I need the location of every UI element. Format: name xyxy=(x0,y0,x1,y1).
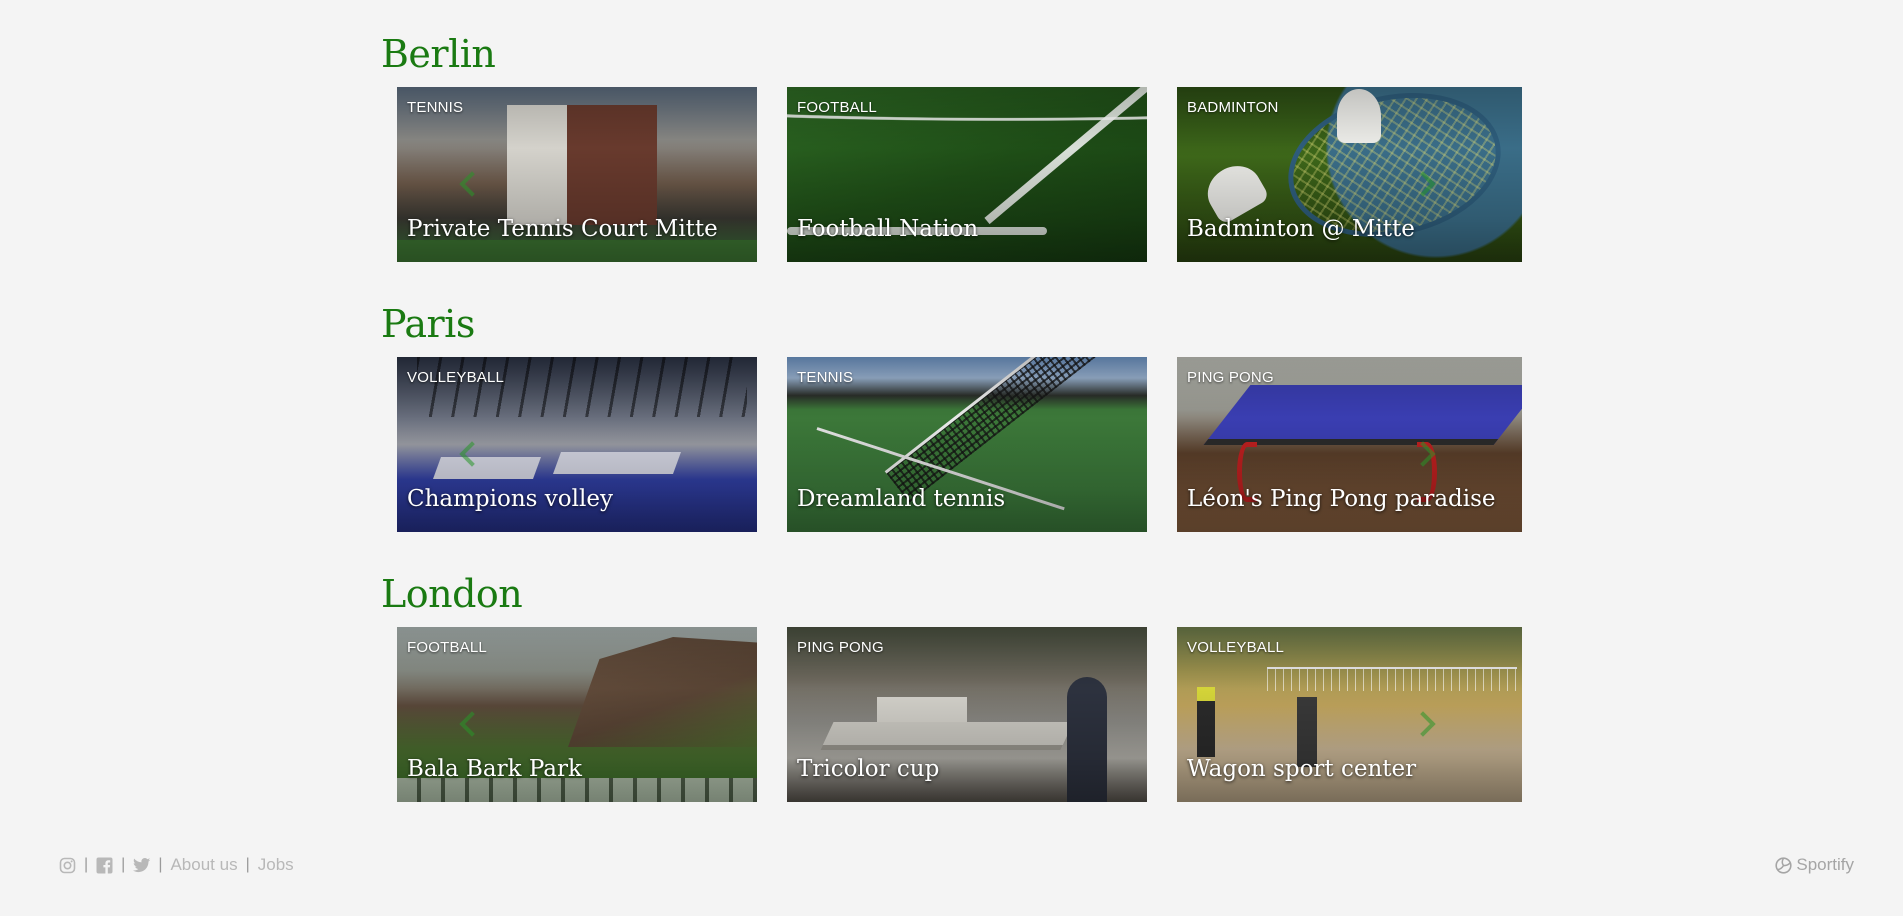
separator: | xyxy=(158,856,163,873)
venue-sport-label: PING PONG xyxy=(1187,369,1274,386)
venue-name: Football Nation xyxy=(797,216,979,242)
facebook-icon[interactable] xyxy=(96,857,113,874)
venue-sport-label: PING PONG xyxy=(797,639,884,656)
venue-name: Champions volley xyxy=(407,486,613,512)
venue-sport-label: TENNIS xyxy=(407,99,464,116)
city-section-london: London FOOTBALL Bala Bark Park PING PONG… xyxy=(381,572,1522,802)
city-title: London xyxy=(381,572,523,616)
venue-card[interactable]: BADMINTON Badminton @ Mitte xyxy=(1177,87,1522,262)
venue-name: Private Tennis Court Mitte xyxy=(407,216,718,242)
venue-card[interactable]: FOOTBALL Bala Bark Park xyxy=(397,627,757,802)
separator: | xyxy=(245,856,250,873)
venue-card[interactable]: VOLLEYBALL Champions volley xyxy=(397,357,757,532)
venue-card[interactable]: TENNIS Private Tennis Court Mitte xyxy=(397,87,757,262)
jobs-link[interactable]: Jobs xyxy=(258,855,294,875)
venue-sport-label: VOLLEYBALL xyxy=(1187,639,1285,656)
venue-card[interactable]: PING PONG Léon's Ping Pong paradise xyxy=(1177,357,1522,532)
separator: | xyxy=(84,856,89,873)
separator: | xyxy=(121,856,126,873)
venue-sport-label: FOOTBALL xyxy=(797,99,877,116)
venue-card-row: VOLLEYBALL Champions volley TENNIS Dream… xyxy=(397,357,1537,532)
venue-card[interactable]: TENNIS Dreamland tennis xyxy=(787,357,1147,532)
city-section-paris: Paris VOLLEYBALL Champions volley TENNIS… xyxy=(381,302,1522,532)
venue-name: Badminton @ Mitte xyxy=(1187,216,1415,242)
venue-sport-label: FOOTBALL xyxy=(407,639,487,656)
venue-card[interactable]: PING PONG Tricolor cup xyxy=(787,627,1147,802)
about-us-link[interactable]: About us xyxy=(170,855,237,875)
venue-name: Dreamland tennis xyxy=(797,486,1006,512)
city-title: Paris xyxy=(381,302,475,346)
twitter-icon[interactable] xyxy=(133,857,151,874)
venue-card-row: TENNIS Private Tennis Court Mitte FOOTBA… xyxy=(397,87,1537,262)
venue-card[interactable]: VOLLEYBALL Wagon sport center xyxy=(1177,627,1522,802)
venue-name: Bala Bark Park xyxy=(407,756,582,782)
brand-name: Sportify xyxy=(1796,855,1854,874)
venue-sport-label: TENNIS xyxy=(797,369,854,386)
volleyball-icon xyxy=(1775,856,1792,874)
venue-name: Tricolor cup xyxy=(797,756,940,782)
venue-sport-label: BADMINTON xyxy=(1187,99,1279,116)
venue-name: Léon's Ping Pong paradise xyxy=(1187,486,1496,512)
venue-card[interactable]: FOOTBALL Football Nation xyxy=(787,87,1147,262)
venue-card-row: FOOTBALL Bala Bark Park PING PONG Tricol… xyxy=(397,627,1537,802)
instagram-icon[interactable] xyxy=(59,857,76,874)
footer-links: | | | About us | Jobs xyxy=(59,855,294,875)
city-title: Berlin xyxy=(381,32,496,76)
brand[interactable]: Sportify xyxy=(1775,855,1854,875)
venue-name: Wagon sport center xyxy=(1187,756,1417,782)
venue-sport-label: VOLLEYBALL xyxy=(407,369,505,386)
city-section-berlin: Berlin TENNIS Private Tennis Court Mitte… xyxy=(381,32,1522,262)
